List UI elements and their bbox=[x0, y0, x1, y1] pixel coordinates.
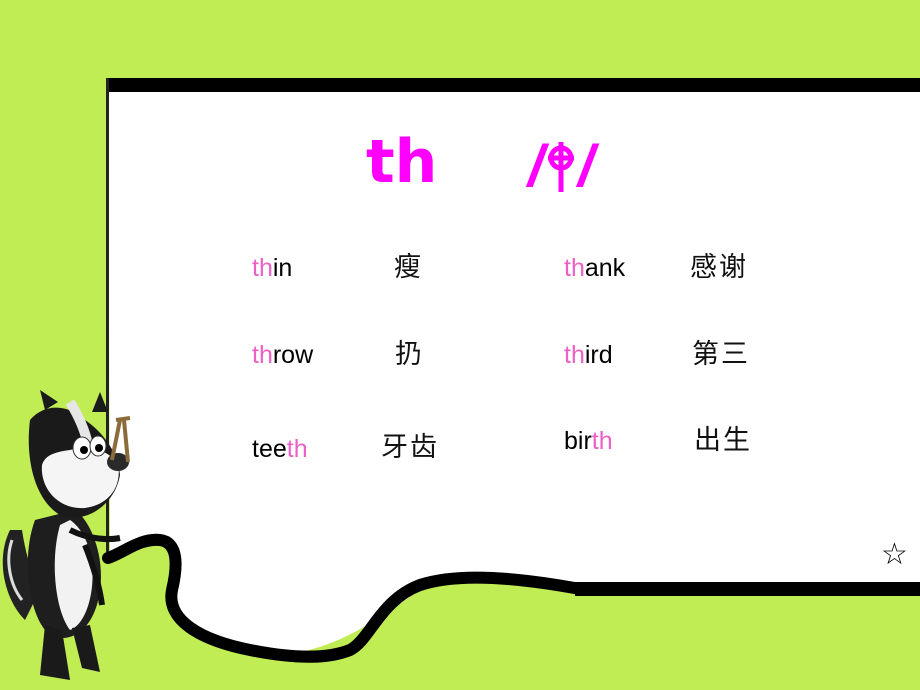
phonetic-open-slash: / bbox=[528, 134, 545, 199]
word-highlight: th bbox=[564, 341, 585, 369]
word-rest: row bbox=[272, 341, 314, 369]
slide-background bbox=[102, 78, 920, 663]
word-rest: bir bbox=[564, 427, 592, 455]
word-rest: in bbox=[272, 254, 293, 282]
word-meaning: 感谢 bbox=[690, 252, 748, 283]
phonetic-symbol: / / bbox=[528, 138, 594, 196]
word-meaning: 出生 bbox=[694, 425, 752, 456]
word-item: birth bbox=[564, 429, 613, 454]
word-highlight: th bbox=[252, 254, 273, 282]
word-highlight: th bbox=[286, 435, 308, 463]
phonetic-close-slash: / bbox=[578, 134, 595, 199]
word-meaning: 瘦 bbox=[394, 252, 423, 283]
title-grapheme: th bbox=[366, 127, 438, 197]
word-item: teeth bbox=[252, 437, 308, 462]
theta-icon bbox=[548, 142, 575, 192]
word-item: thin bbox=[252, 256, 292, 281]
skunk-mascot-illustration bbox=[2, 390, 131, 680]
star-icon[interactable]: ☆ bbox=[881, 540, 908, 570]
word-item: thank bbox=[564, 256, 625, 281]
word-highlight: th bbox=[564, 254, 585, 282]
word-rest: tee bbox=[252, 435, 287, 463]
word-meaning: 牙齿 bbox=[381, 432, 439, 463]
word-meaning: 扔 bbox=[395, 339, 424, 370]
content-panel bbox=[108, 90, 920, 653]
word-rest: ird bbox=[584, 341, 613, 369]
bottom-border-bar bbox=[575, 582, 920, 596]
word-rest: ank bbox=[584, 254, 626, 282]
top-border-bar bbox=[106, 78, 920, 92]
word-item: throw bbox=[252, 343, 313, 368]
word-meaning: 第三 bbox=[692, 339, 750, 370]
word-highlight: th bbox=[252, 341, 273, 369]
word-item: third bbox=[564, 343, 613, 368]
word-highlight: th bbox=[591, 427, 613, 455]
